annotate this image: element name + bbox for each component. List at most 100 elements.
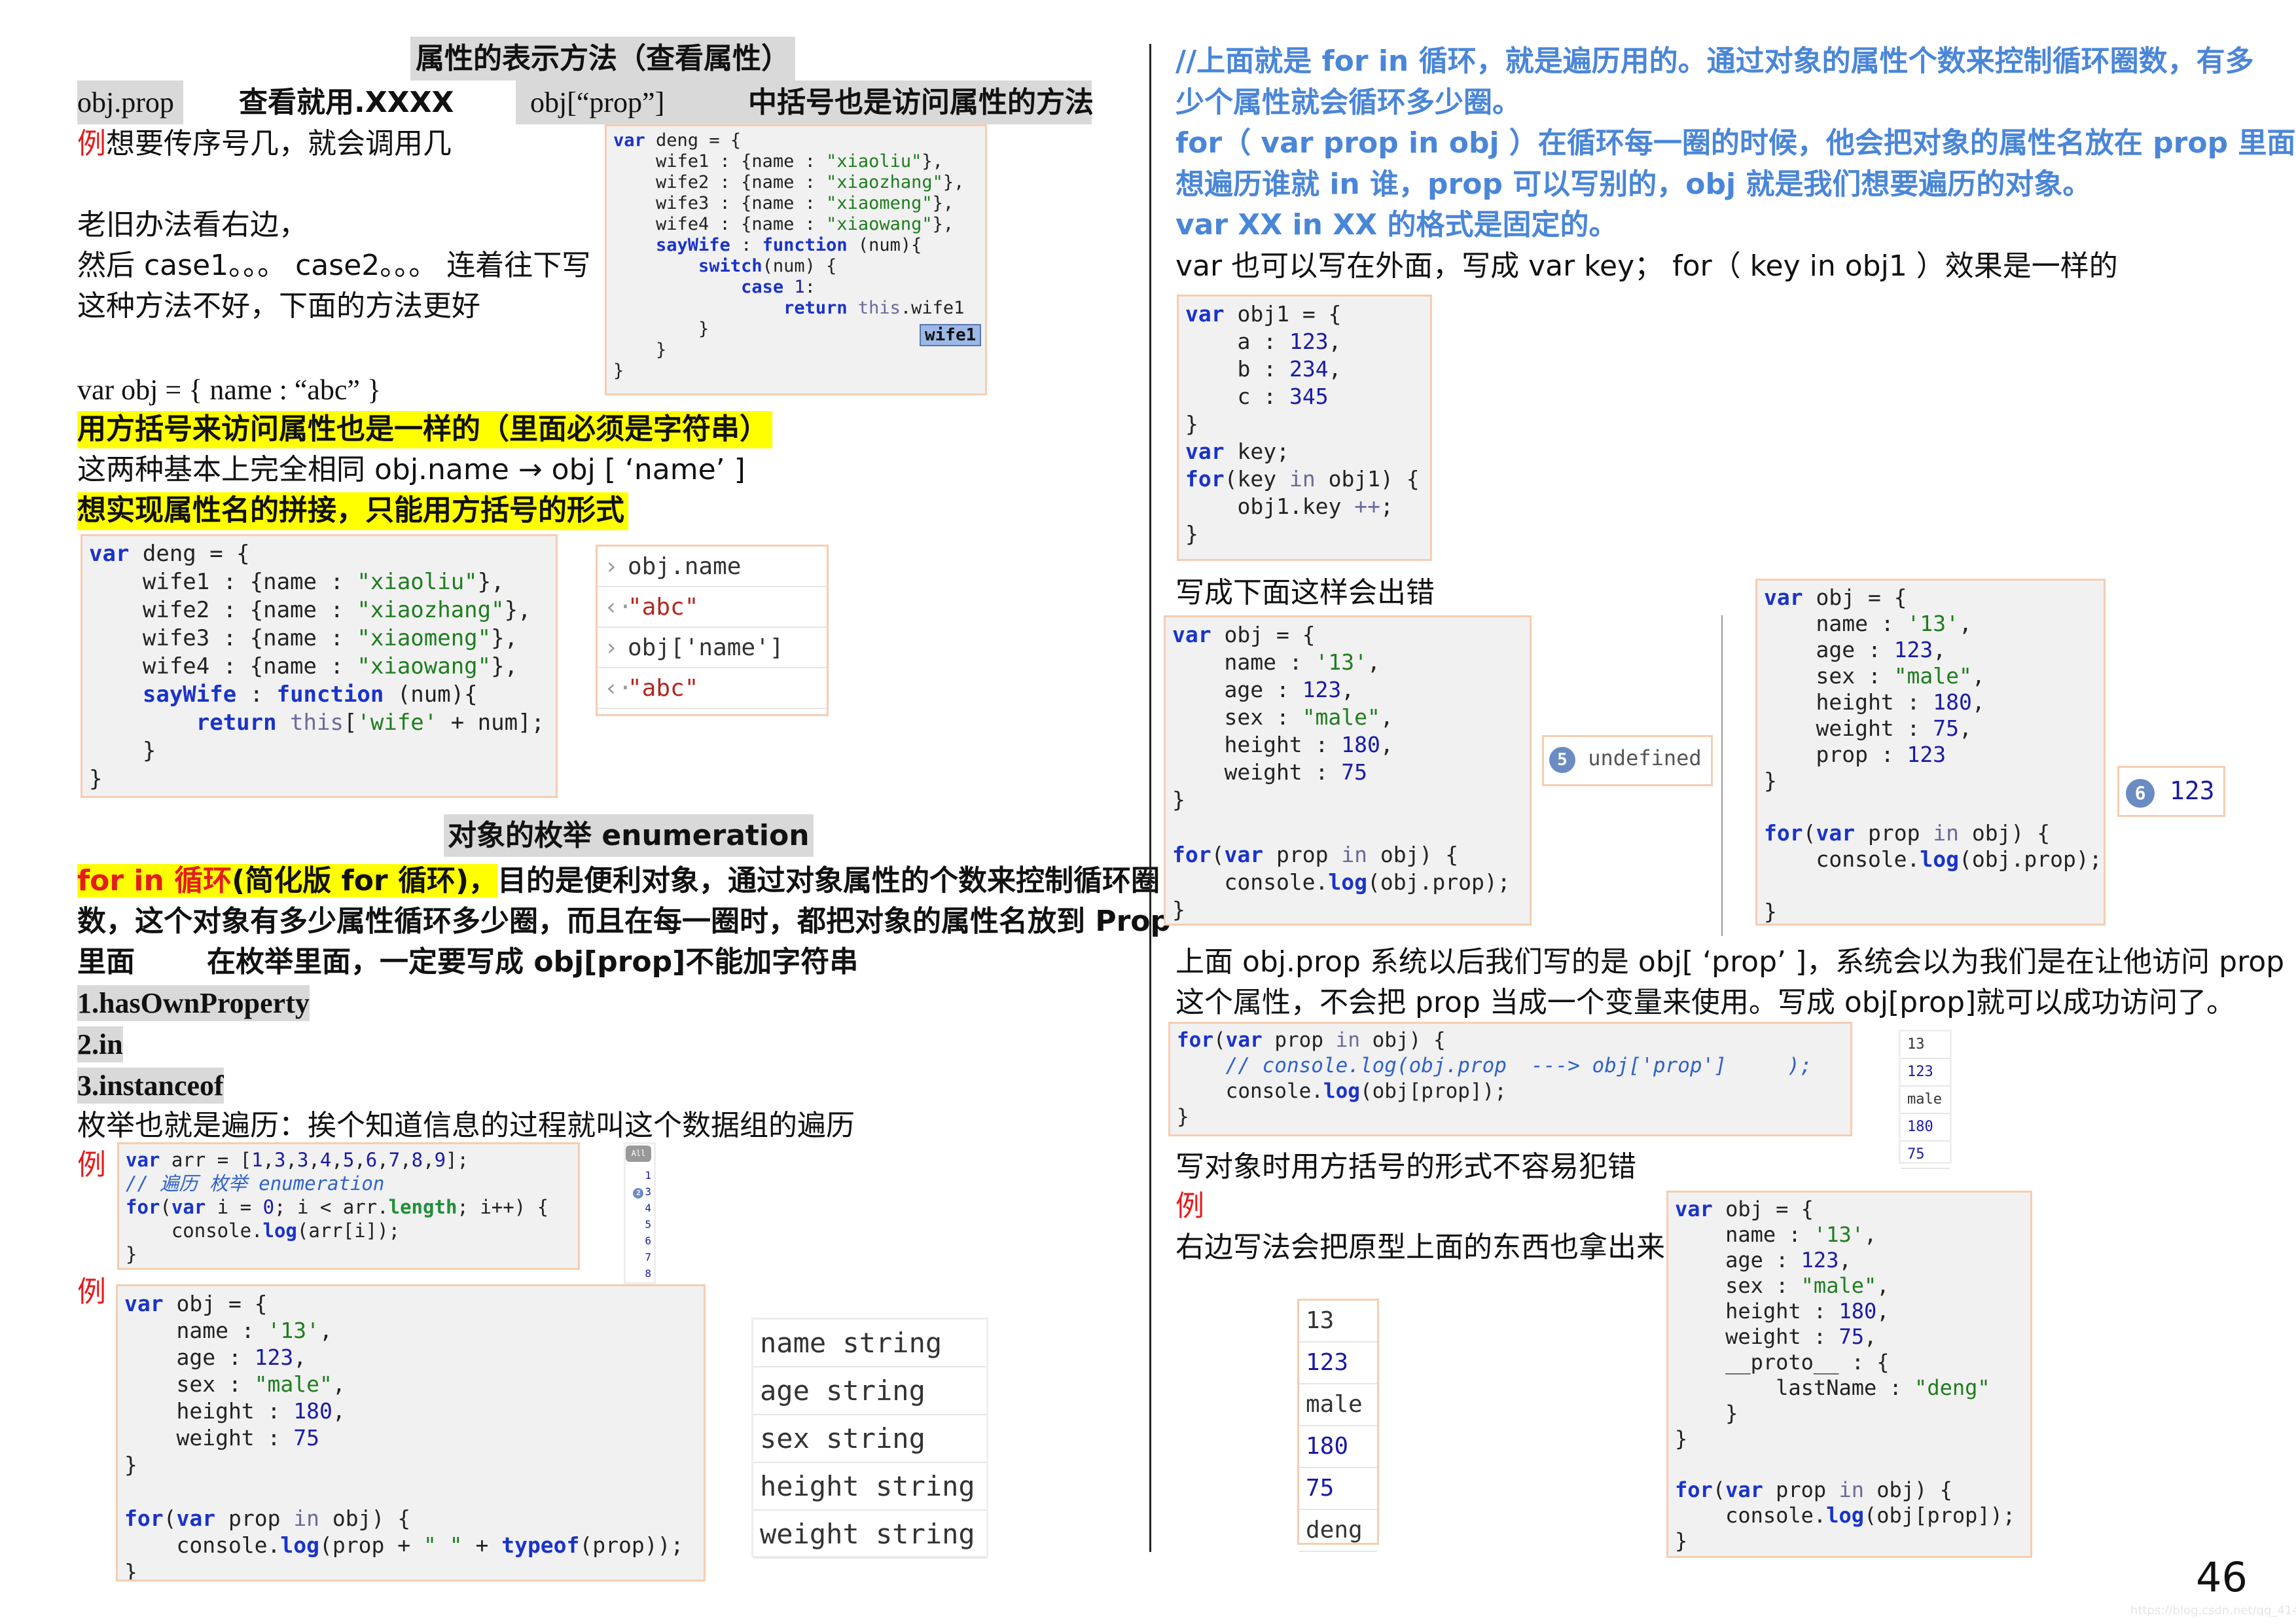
code-token: 8: [411, 1149, 423, 1171]
error-output: 5 undefined: [1542, 735, 1713, 786]
code-line: for(var prop in obj) {: [1172, 841, 1523, 869]
code-token: for: [1764, 820, 1803, 846]
code-error: var obj = { name : '13', age : 123, sex …: [1164, 615, 1532, 926]
code-token: weight :: [1764, 715, 1933, 741]
code-token: function: [762, 235, 848, 255]
code-token: for: [1172, 842, 1211, 867]
array-console-output: All 1 2 3 4 5 6 7 8: [624, 1142, 656, 1284]
code-line: var obj = {: [1172, 621, 1523, 649]
code-token: var: [1172, 622, 1211, 647]
console-value: 7: [645, 1251, 651, 1263]
code-token: var: [124, 1291, 164, 1316]
code-token: for: [1185, 466, 1225, 492]
code-token: 7: [388, 1149, 401, 1171]
list-item-in: 2.in: [77, 1026, 123, 1062]
code-token: var: [1185, 439, 1225, 464]
old-way-3: 这种方法不好，下面的方法更好: [77, 289, 480, 323]
code-line: for(var prop in obj) {: [124, 1505, 697, 1532]
code-token: 123: [1801, 1248, 1839, 1272]
note-line-3: for（ var prop in obj ）在循环每一圈的时候，他会把对象的属性…: [1175, 126, 2296, 160]
code-line: }: [1177, 1104, 1844, 1130]
code-token: ;: [1380, 494, 1393, 519]
code-line: wife3 : {name : "xiaomeng"},: [613, 193, 978, 214]
bracket-syntax: obj[“prop”]: [530, 86, 665, 118]
code-line: c : 345: [1185, 383, 1424, 410]
code-token: return: [613, 298, 848, 318]
code-token: "male": [254, 1371, 332, 1397]
output-row: 123: [1901, 1059, 1950, 1087]
code-token: var: [613, 130, 645, 151]
code-token: height :: [124, 1398, 294, 1424]
code-token: }: [1172, 897, 1185, 922]
code-token: age :: [124, 1344, 255, 1370]
code-line: wife3 : {name : "xiaomeng"},: [89, 624, 549, 653]
code-token: ,: [308, 1149, 320, 1171]
code-token: // 遍历 枚举 enumeration: [126, 1172, 385, 1195]
code-token: ,: [332, 1398, 346, 1424]
code-token: this: [276, 710, 344, 736]
code-token: in: [1839, 1477, 1864, 1502]
result-arrow-icon: ‹·: [604, 594, 633, 621]
code-token: in: [293, 1506, 320, 1531]
code-token: '13': [1907, 611, 1960, 636]
code-token: typeof: [501, 1532, 580, 1558]
code-token: 'wife': [357, 710, 438, 736]
code-line: sex : "male",: [1764, 663, 2097, 689]
code-token: age :: [1675, 1248, 1801, 1272]
code-token: 75: [1839, 1324, 1864, 1349]
code-line: }: [1172, 786, 1523, 814]
code-line: wife4 : {name : "xiaowang"},: [89, 653, 549, 681]
code-token: var: [1816, 820, 1856, 846]
section-title: 属性的表示方法（查看属性）: [410, 37, 795, 81]
code-token: lastName :: [1675, 1375, 1915, 1400]
code-line: name : '13',: [124, 1317, 697, 1344]
code-token: ,: [1971, 663, 1985, 689]
forin-black: (简化版 for 循环)，: [232, 864, 498, 897]
code-concat: var deng = { wife1 : {name : "xiaoliu"},…: [81, 534, 558, 798]
enum-description: 枚举也就是遍历：挨个知道信息的过程就叫这个数据组的遍历: [77, 1109, 855, 1142]
bracket-heading-bg: obj[“prop”] 中括号也是访问属性的方法: [516, 81, 1094, 124]
code-token: "xiaozhang": [357, 597, 505, 623]
code-line: obj1.key ++;: [1185, 493, 1424, 520]
dot-description: 查看就用.XXXX: [239, 86, 454, 119]
code-token: sex :: [124, 1371, 255, 1397]
console-text: "abc": [628, 675, 699, 702]
code-token: log: [280, 1532, 320, 1558]
code-token: obj = {: [1712, 1197, 1814, 1221]
code-line: // console.log(obj.prop ---> obj['prop']…: [1177, 1053, 1844, 1079]
typeof-output: name string age string sex string height st…: [751, 1318, 988, 1559]
console-row: 4: [626, 1200, 651, 1216]
forin-rest: 目的是便利对象，通过对象属性的个数来控制循环圈: [497, 864, 1160, 897]
code-line: console.log(obj.prop);: [1764, 846, 2102, 873]
code-line: wife2 : {name : "xiaozhang"},: [613, 172, 978, 193]
code-line: }: [613, 361, 978, 382]
code-key-loop: var obj1 = { a : 123, b : 234, c : 345} v…: [1177, 295, 1432, 561]
example-mark: 例: [77, 127, 106, 160]
code-token: 75: [293, 1425, 320, 1451]
code-line: for(var i = 0; i < arr.length; i++) {: [126, 1195, 571, 1219]
code-token: var: [1224, 842, 1264, 867]
code-token: }: [1675, 1426, 1688, 1451]
output-row: 13: [1901, 1032, 1950, 1059]
code-token: (obj[prop]);: [1863, 1503, 2016, 1528]
code-token: console.: [126, 1219, 263, 1242]
filter-all-button[interactable]: All: [626, 1146, 651, 1162]
example-mark: 例: [77, 1148, 106, 1182]
code-line: for(key in obj1) {: [1185, 465, 1424, 493]
code-token: }: [89, 766, 103, 792]
example-mark: 例: [77, 1275, 106, 1308]
code-token: ,: [1341, 677, 1355, 702]
console-row: ‹·"abc": [598, 587, 827, 628]
code-token: 3: [296, 1149, 309, 1171]
output-row: 123: [1299, 1343, 1377, 1384]
old-way-2: 然后 case1。。。 case2。。。 连着往下写: [77, 249, 591, 282]
code-line: name : '13',: [1675, 1222, 2024, 1248]
output-row: male: [1901, 1087, 1950, 1114]
code-token: obj = {: [1211, 622, 1316, 647]
code-token: obj) {: [1359, 1028, 1446, 1052]
obj-literal: var obj = { name : “abc” }: [77, 374, 382, 406]
code-token: "xiaowang": [826, 214, 933, 234]
code-token: '13': [1315, 649, 1368, 675]
code-token: 345: [1289, 384, 1329, 409]
